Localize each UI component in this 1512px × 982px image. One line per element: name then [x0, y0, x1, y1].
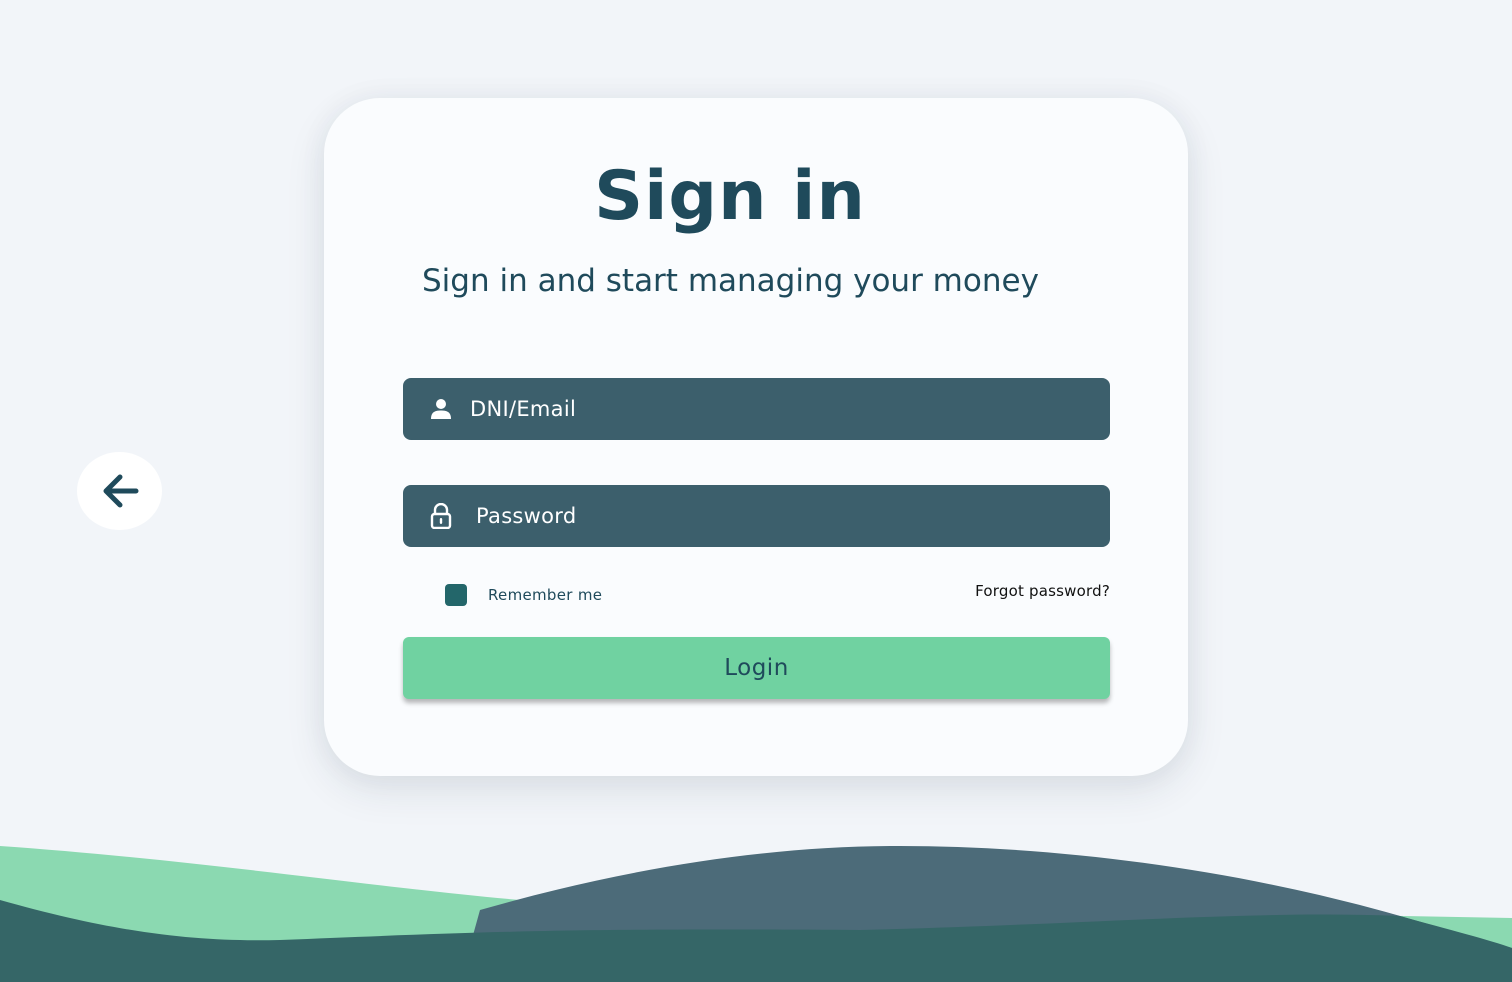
remember-me-label: Remember me: [488, 586, 603, 604]
password-placeholder: Password: [476, 504, 577, 528]
checkbox-box[interactable]: [445, 584, 467, 606]
page-subtitle: Sign in and start managing your money: [422, 263, 1039, 299]
decorative-waves: [0, 846, 1512, 982]
back-button[interactable]: [77, 452, 162, 530]
forgot-password-link[interactable]: Forgot password?: [975, 582, 1110, 600]
email-field[interactable]: DNI/Email: [403, 378, 1110, 440]
email-placeholder: DNI/Email: [470, 397, 577, 421]
signin-card: Sign in Sign in and start managing your …: [324, 98, 1188, 776]
arrow-left-icon: [103, 474, 138, 508]
page-title: Sign in: [594, 157, 866, 236]
lock-icon: [429, 503, 453, 529]
login-button-label: Login: [724, 655, 789, 681]
user-icon: [429, 397, 453, 421]
remember-me-checkbox[interactable]: Remember me: [445, 584, 602, 606]
login-button[interactable]: Login: [403, 637, 1110, 699]
password-field[interactable]: Password: [403, 485, 1110, 547]
